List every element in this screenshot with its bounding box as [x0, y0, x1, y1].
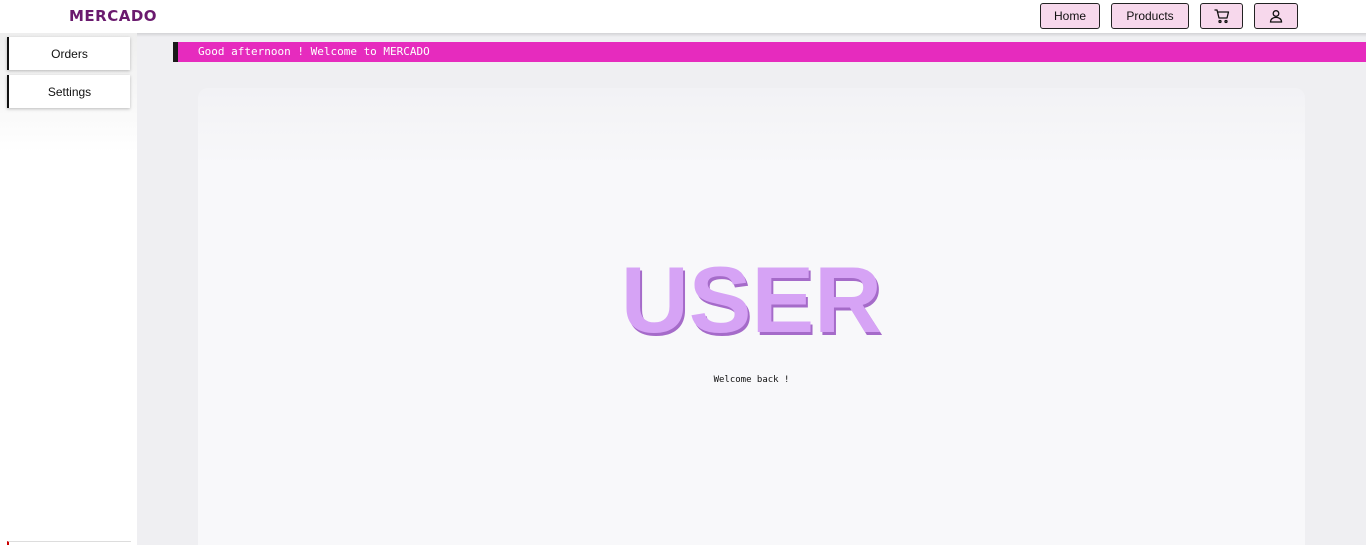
account-button[interactable] [1254, 3, 1298, 29]
sidebar-item-settings[interactable]: Settings [7, 75, 130, 108]
main-shade [137, 33, 1366, 37]
products-button[interactable]: Products [1111, 3, 1189, 29]
page-title: USER [620, 247, 883, 352]
sidebar-bottom-item[interactable] [7, 541, 131, 545]
main-content: Good afternoon ! Welcome to MERCADO USER… [137, 33, 1366, 545]
sidebar: Orders Settings [0, 33, 137, 545]
cart-button[interactable] [1200, 3, 1243, 29]
top-navbar: MERCADO Home Products [0, 0, 1366, 33]
sidebar-item-orders[interactable]: Orders [7, 37, 130, 70]
brand-logo[interactable]: MERCADO [69, 7, 157, 25]
welcome-text: Welcome back ! [713, 375, 790, 385]
user-card: USER Welcome back ! [198, 88, 1305, 545]
user-icon [1269, 9, 1283, 23]
home-button[interactable]: Home [1040, 3, 1100, 29]
cart-icon [1213, 8, 1230, 24]
greeting-banner: Good afternoon ! Welcome to MERCADO [173, 42, 1366, 62]
